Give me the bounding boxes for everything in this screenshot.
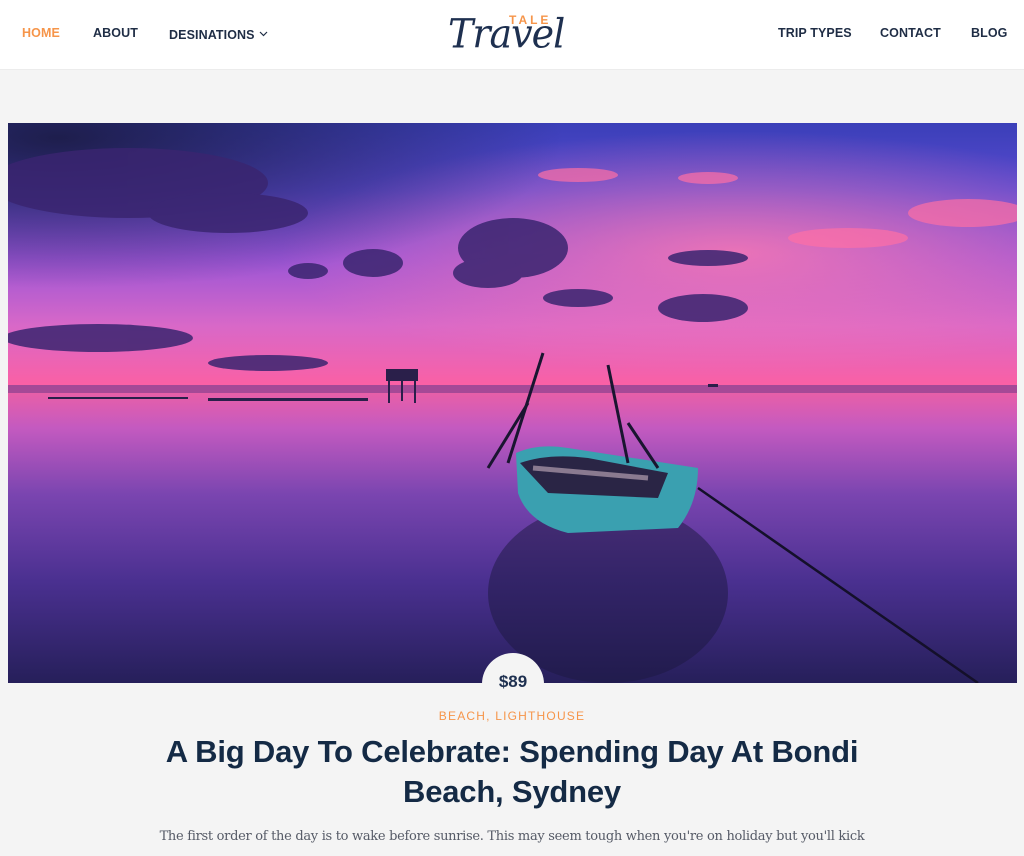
post-categories: BEACH, LIGHTHOUSE — [0, 709, 1024, 723]
site-logo[interactable]: Travel TALE — [446, 8, 581, 60]
post-title[interactable]: A Big Day To Celebrate: Spending Day At … — [150, 732, 874, 812]
nav-blog[interactable]: BLOG — [971, 26, 1008, 40]
price-value: $89 — [498, 672, 528, 691]
nav-home[interactable]: HOME — [22, 26, 60, 40]
category-separator: , — [486, 709, 496, 723]
nav-about[interactable]: ABOUT — [93, 26, 138, 40]
post-excerpt: The first order of the day is to wake be… — [159, 829, 865, 844]
logo-top-text: TALE — [509, 13, 552, 27]
category-link-beach[interactable]: BEACH — [439, 709, 486, 723]
nav-trip-types[interactable]: TRIP TYPES — [778, 26, 852, 40]
nav-destinations-label: DESINATIONS — [169, 28, 255, 42]
nav-contact[interactable]: CONTACT — [880, 26, 941, 40]
price-badge: $89 — [482, 653, 544, 715]
chevron-down-icon — [259, 26, 268, 40]
sunset-boat-illustration — [8, 123, 1017, 683]
category-link-lighthouse[interactable]: LIGHTHOUSE — [495, 709, 585, 723]
post-featured-image[interactable] — [8, 123, 1017, 683]
nav-destinations[interactable]: DESINATIONS — [169, 26, 268, 42]
site-header: HOME ABOUT DESINATIONS Travel TALE TRIP … — [0, 0, 1024, 70]
